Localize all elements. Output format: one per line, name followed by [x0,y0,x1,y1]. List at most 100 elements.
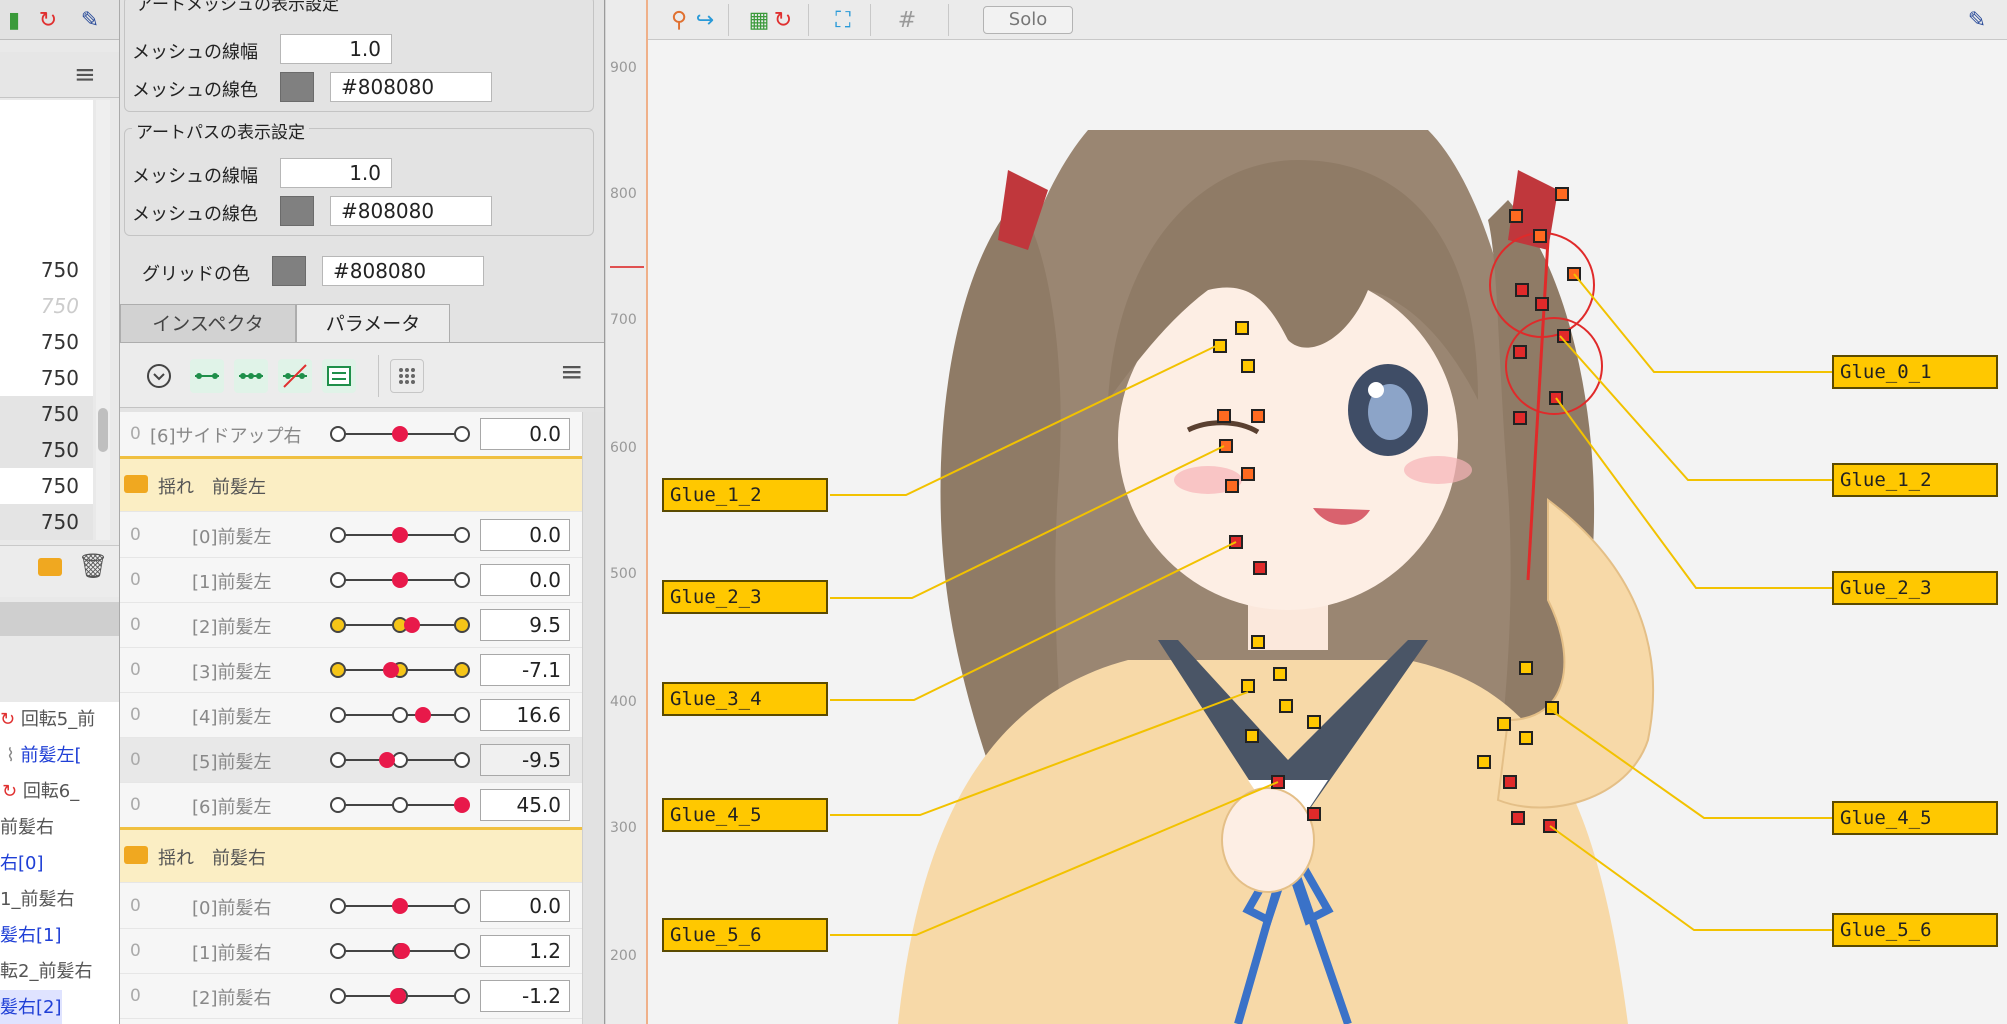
glue-label[interactable]: Glue_1_2 [662,478,828,512]
glue-label[interactable]: Glue_1_2 [1832,463,1998,497]
tree-item[interactable]: 1_前髪右 [0,882,74,918]
artpath-line-color-label: メッシュの線色 [132,204,258,225]
parameter-slider[interactable] [330,937,470,965]
parameter-value[interactable]: 9.5 [480,609,570,641]
parameter-slider[interactable] [330,521,470,549]
list-item[interactable]: 750 [0,468,93,504]
fit-view-icon[interactable]: ⛶ [828,6,858,34]
parameter-value[interactable]: -9.5 [480,744,570,776]
grid-color-input[interactable]: #808080 [322,256,484,286]
glue-label[interactable]: Glue_0_1 [1832,355,1998,389]
tree-item[interactable]: 転2_前髪右 [0,954,92,990]
menu-icon[interactable]: ≡ [74,60,96,90]
tree-item[interactable]: 髪右[1] [0,918,62,954]
artpath-color-input[interactable]: #808080 [330,196,492,226]
pin-icon[interactable]: ✎ [1962,6,1992,34]
keyform-three-icon[interactable] [234,359,268,393]
rotate-tool-icon[interactable]: ↻ [34,6,62,34]
parameter-row[interactable]: 0 [3]前髪左 -7.1 [120,648,582,693]
artmesh-color-input[interactable]: #808080 [330,72,492,102]
keyform-count: 0 [130,660,141,680]
parameter-scrollbar[interactable] [582,412,604,1024]
delete-keyform-icon[interactable] [278,359,312,393]
parameter-value[interactable]: 1.2 [480,935,570,967]
rotation-deformer-icon[interactable]: ↻ [768,6,798,34]
parameter-value[interactable]: -7.1 [480,654,570,686]
parameter-menu-icon[interactable]: ≡ [560,355,583,388]
parameter-value[interactable]: 45.0 [480,789,570,821]
parameter-row[interactable]: 0 [5]前髪左 -9.5 [120,738,582,783]
canvas-viewport[interactable]: ⚲ ↪ ▦ ↻ ⛶ # Solo ✎ Glue_1_2 Glue_2_3 Glu… [648,0,2007,1024]
list-item[interactable]: 750 [0,324,93,360]
tree-item[interactable]: ⌇ 前髪左[ [6,738,82,774]
parameter-value[interactable]: 0.0 [480,890,570,922]
parameter-value[interactable]: 0.0 [480,564,570,596]
parameter-row[interactable]: 0 [1]前髪右 1.2 [120,929,582,974]
artmesh-line-width-input[interactable]: 1.0 [280,34,392,64]
scrollbar-thumb[interactable] [98,408,108,452]
parameter-folder[interactable]: 揺れ 前髪左 [120,456,582,512]
grid-color-swatch[interactable] [272,256,306,286]
artmesh-color-swatch[interactable] [280,72,314,102]
glue-label[interactable]: Glue_5_6 [1832,913,1998,947]
list-item[interactable]: 750 [0,360,93,396]
expand-icon[interactable] [142,359,176,393]
grid-tool-icon[interactable]: ▮ [0,6,28,34]
tree-item[interactable]: 右[0] [0,846,44,882]
list-item[interactable]: 750 [0,288,93,324]
grid-view-icon[interactable] [390,359,424,393]
list-item[interactable]: 750 [0,396,93,432]
parameter-slider[interactable] [330,982,470,1010]
parameter-slider[interactable] [330,701,470,729]
tab-parameters[interactable]: パラメータ [296,304,450,342]
artpath-color-swatch[interactable] [280,196,314,226]
solo-button[interactable]: Solo [983,6,1073,34]
artpath-line-width-label: メッシュの線幅 [132,166,258,187]
trash-icon[interactable]: 🗑 [78,552,108,580]
parameter-slider[interactable] [330,566,470,594]
parameter-row[interactable]: 0 [4]前髪左 16.6 [120,693,582,738]
list-scrollbar[interactable] [96,100,110,540]
glue-label[interactable]: Glue_3_4 [662,682,828,716]
parameter-folder[interactable]: 揺れ 前髪右 [120,827,582,883]
keyform-count: 0 [130,570,141,590]
parameter-value[interactable]: 0.0 [480,418,570,450]
grid-toggle-icon[interactable]: # [892,6,922,34]
tree-item[interactable]: 前髪右 [0,810,54,846]
pin-tool-icon[interactable]: ✎ [76,6,104,34]
parameter-slider[interactable] [330,656,470,684]
parameter-slider[interactable] [330,420,470,448]
tab-inspector[interactable]: インスペクタ [120,304,296,342]
glue-label[interactable]: Glue_2_3 [1832,571,1998,605]
glue-label[interactable]: Glue_2_3 [662,580,828,614]
parameter-row[interactable]: 0 [2]前髪左 9.5 [120,603,582,648]
tree-item[interactable]: ↻ 回転5_前 [0,702,95,738]
parameter-row[interactable]: 0 [6]前髪左 45.0 [120,783,582,828]
list-item[interactable]: 750 [0,252,93,288]
parameter-settings-icon[interactable] [322,359,356,393]
parameter-value[interactable]: 0.0 [480,519,570,551]
parameter-slider[interactable] [330,892,470,920]
list-item[interactable]: 750 [0,432,93,468]
parameter-slider[interactable] [330,791,470,819]
artmesh-group-title: アートメッシュの表示設定 [132,0,343,15]
parameter-value[interactable]: -1.2 [480,980,570,1012]
tree-item[interactable]: 髪右[2] [0,990,62,1024]
tree-item[interactable]: ↻ 回転6_ [2,774,79,810]
parameter-row[interactable]: 0 [2]前髪右 -1.2 [120,974,582,1019]
list-item[interactable]: 750 [0,504,93,540]
keyform-two-icon[interactable] [190,359,224,393]
parameter-row[interactable]: 0 [6]サイドアップ右 0.0 [120,412,582,457]
glue-label[interactable]: Glue_4_5 [662,798,828,832]
parameter-slider[interactable] [330,611,470,639]
artpath-line-width-input[interactable]: 1.0 [280,158,392,188]
glue-label[interactable]: Glue_5_6 [662,918,828,952]
glue-label[interactable]: Glue_4_5 [1832,801,1998,835]
new-folder-icon[interactable] [38,558,62,576]
parameter-slider[interactable] [330,746,470,774]
path-tool-icon[interactable]: ↪ [690,6,720,34]
parameter-row[interactable]: 0 [1]前髪左 0.0 [120,558,582,603]
parameter-row[interactable]: 0 [0]前髪左 0.0 [120,513,582,558]
parameter-row[interactable]: 0 [0]前髪右 0.0 [120,884,582,929]
parameter-value[interactable]: 16.6 [480,699,570,731]
